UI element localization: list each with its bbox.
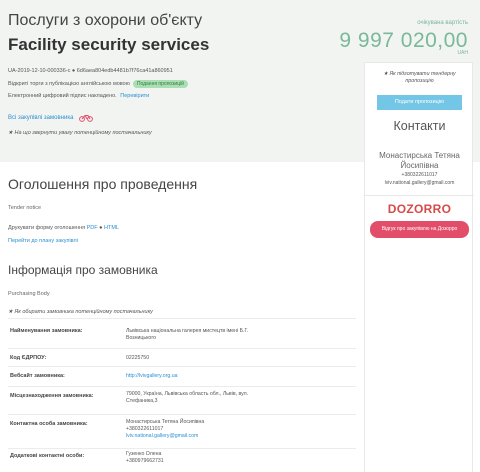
table-row: Контактна особа замовника: Монастирська … [8,414,356,448]
buyer-warning[interactable]: ★ Як обирати замовника потенційному пост… [8,309,153,315]
procedure-type: Відкриті торги з публікацією англійською… [8,81,130,87]
additional-contact-phone: +380979662731 [126,458,164,464]
dozorro-feedback-button[interactable]: Відгук про закупівлю на Дозорро [370,221,469,238]
row-label: Код ЄДРПОУ: [10,355,47,361]
sidebar-divider [365,195,474,196]
contact-name: Монастирська Тетяна Йосипівна [379,151,460,170]
signature-line: Електронний цифровий підпис накладено. П… [8,93,149,99]
verify-signature-link[interactable]: Перевірити [120,93,149,99]
expected-value-label: очікувана вартість [417,20,468,26]
all-purchases-link[interactable]: Всі закупівлі замовника [8,115,73,121]
procurement-plan-link[interactable]: Перейти до плану закупівлі [8,238,78,244]
buyer-subtitle: Purchasing Body [8,291,50,297]
bicycle-icon[interactable] [79,114,94,122]
buyer-website-link[interactable]: http://lvivgallery.org.ua [126,373,276,380]
contact-person-email[interactable]: lviv.national.gallery@gmail.com [126,433,276,440]
sidebar-warning[interactable]: ★ Як підготувати тендерну пропозицію [365,71,474,85]
status-badge: Подання пропозицій [132,80,188,88]
table-row: Найменування замовника: Львівська націон… [8,318,356,348]
sidebar: ★ Як підготувати тендерну пропозицію Под… [364,62,474,472]
tender-title-en: Facility security services [8,35,210,54]
row-label: Місцезнаходження замовника: [10,393,94,399]
tender-title-ua: Послуги з охорони об'єкту [8,12,203,29]
notice-subtitle: Tender notice [8,205,42,211]
signature-text: Електронний цифровий підпис накладено. [8,93,117,99]
print-html-link[interactable]: HTML [104,225,119,231]
notice-heading: Оголошення про проведення [8,176,198,192]
additional-contact-name: Гузенко Олена [126,451,162,457]
row-label: Найменування замовника: [10,328,83,334]
supplier-warning[interactable]: ★ На що звернути увагу потенційному пост… [8,130,152,136]
table-row: Місцезнаходження замовника: 79000, Украї… [8,386,356,414]
expected-value-amount: 9 997 020,00 [339,29,468,52]
expected-value-currency: UAH [457,50,468,56]
dozorro-logo[interactable]: DOZORRO [365,202,474,216]
table-row: Додаткові контактні особи: Гузенко Олена… [8,448,356,472]
tender-identifier: UA-2019-12-10-000336-c ● 6d6aea804edb448… [8,68,173,74]
contacts-title: Контакти [393,119,446,133]
print-form-line: Друкувати форму оголошення PDF ● HTML [8,225,119,231]
row-value: 02225750 [126,355,150,361]
table-row: Вебсайт замовника: http://lvivgallery.or… [8,366,356,386]
contact-person-name: Монастирська Тетяна Йосипівна [126,419,205,425]
buyer-heading: Інформація про замовника [8,263,158,277]
row-value: Львівська національна галерея мистецтв і… [126,328,249,341]
row-value: 79000, Україна, Львівська область обл., … [126,391,249,404]
print-pdf-link[interactable]: PDF [87,225,98,231]
row-label: Вебсайт замовника: [10,373,65,379]
contact-email[interactable]: lviv.national.gallery@gmail.com [365,180,474,186]
print-form-text: Друкувати форму оголошення [8,225,86,231]
procedure-line: Відкриті торги з публікацією англійською… [8,80,188,88]
all-purchases-row: Всі закупівлі замовника [8,114,94,122]
row-label: Контактна особа замовника: [10,421,88,427]
table-row: Код ЄДРПОУ: 02225750 [8,348,356,366]
contact-phone: +380322611017 [401,172,438,178]
contact-person-phone: +380322611017 [126,426,164,432]
row-label: Додаткові контактні особи: [10,453,85,459]
submit-proposal-button[interactable]: Подати пропозицію [377,95,462,110]
print-separator: ● [99,225,103,231]
